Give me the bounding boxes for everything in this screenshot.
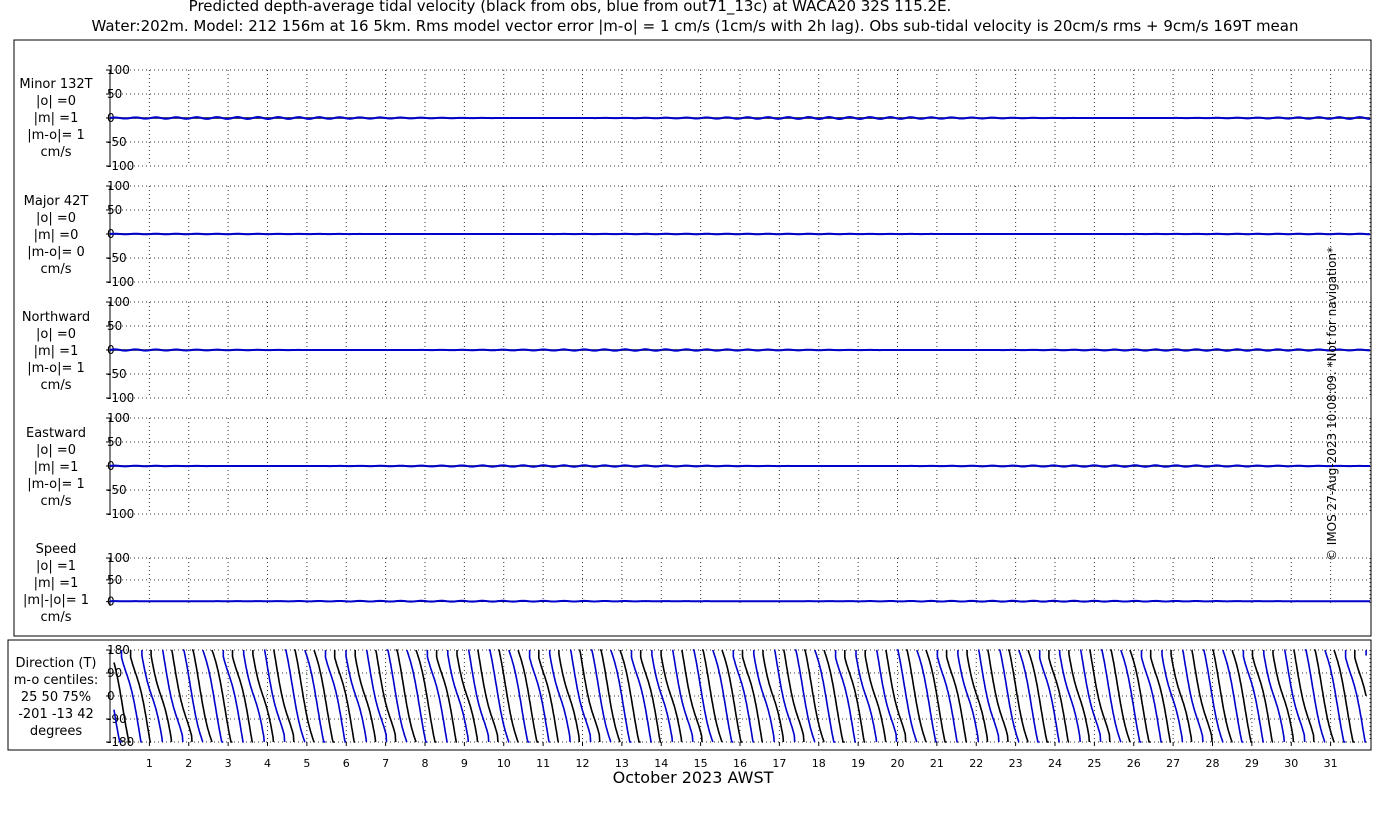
direction-panel-label-line: Direction (T) <box>15 656 97 671</box>
minor-panel-label: Minor 132T |o| =0 |m| =1 |m-o|= 1 cm/s <box>8 76 104 161</box>
major-panel-label-line: |o| =0 <box>35 211 76 226</box>
speed-ytick-label: 50 <box>107 573 122 587</box>
direction-panel-label-line: degrees <box>29 724 83 739</box>
upper-frame <box>13 39 1372 637</box>
east-ytick-label: 50 <box>107 435 122 449</box>
east-ytick-label: -100 <box>107 507 134 521</box>
credit-text: © IMOS 27-Aug-2023 10:08:09. *Not for na… <box>1325 246 1339 562</box>
minor-ytick-label: 50 <box>107 87 122 101</box>
direction-ytick-label: 0 <box>107 689 115 703</box>
x-axis-label: October 2023 AWST <box>612 768 774 787</box>
direction-panel-label-line: m-o centiles: <box>13 673 99 688</box>
north-panel-label-line: |m-o|= 1 <box>27 361 85 376</box>
minor-panel-label-line: cm/s <box>40 145 72 160</box>
major-panel-label-line: cm/s <box>40 262 72 277</box>
major-model-line <box>109 232 1371 236</box>
major-panel-label-line: Major 42T <box>23 194 89 209</box>
east-model-line <box>109 464 1370 468</box>
minor-panel-label-line: |m| =1 <box>33 111 79 126</box>
north-panel-label-line: |o| =0 <box>35 327 76 342</box>
major-panel-label: Major 42T |o| =0 |m| =0 |m-o|= 0 cm/s <box>8 193 104 278</box>
north-panel-label-line: Northward <box>21 310 91 325</box>
major-panel-label-line: |m-o|= 0 <box>27 245 85 260</box>
east-panel-label-line: cm/s <box>40 494 72 509</box>
major-ytick-label: -100 <box>107 275 134 289</box>
east-panel-label-line: |o| =0 <box>35 443 76 458</box>
north-panel-label-line: cm/s <box>40 378 72 393</box>
direction-panel-label: Direction (T) m-o centiles: 25 50 75% -201 … <box>8 655 104 740</box>
north-model-line <box>109 348 1370 352</box>
east-panel-label: Eastward |o| =0 |m| =1 |m-o|= 1 cm/s <box>8 425 104 510</box>
north-ytick-label: 50 <box>107 319 122 333</box>
speed-panel-label-line: |o| =1 <box>35 559 76 574</box>
speed-panel-label-line: cm/s <box>40 610 72 625</box>
direction-panel-label-line: -201 -13 42 <box>18 707 94 722</box>
north-ytick-label: -100 <box>107 391 134 405</box>
tidal-velocity-chart: 100500-50-100100500-50-100100500-50-1001… <box>7 39 1372 770</box>
minor-panel-label-line: Minor 132T <box>19 77 93 92</box>
major-panel-label-line: |m| =0 <box>33 228 79 243</box>
speed-panel-label: Speed |o| =1 |m| =1 |m|-|o|= 1 cm/s <box>8 541 104 626</box>
east-panel-label-line: |m| =1 <box>33 460 79 475</box>
east-panel-label-line: |m-o|= 1 <box>27 477 85 492</box>
major-ytick-label: 50 <box>107 203 122 217</box>
direction-panel-label-line: 25 50 75% <box>20 690 92 705</box>
east-panel-label-line: Eastward <box>25 426 87 441</box>
north-panel-label-line: |m| =1 <box>33 344 79 359</box>
speed-panel-label-line: Speed <box>35 542 77 557</box>
north-panel-label: Northward |o| =0 |m| =1 |m-o|= 1 cm/s <box>8 309 104 394</box>
speed-panel-label-line: |m|-|o|= 1 <box>22 593 90 608</box>
minor-panel-label-line: |m-o|= 1 <box>27 128 85 143</box>
speed-panel-label-line: |m| =1 <box>33 576 79 591</box>
minor-panel-label-line: |o| =0 <box>35 94 76 109</box>
speed-model-line <box>109 599 1370 603</box>
speed-axes: 100500 <box>106 551 1371 609</box>
minor-ytick-label: -100 <box>107 159 134 173</box>
